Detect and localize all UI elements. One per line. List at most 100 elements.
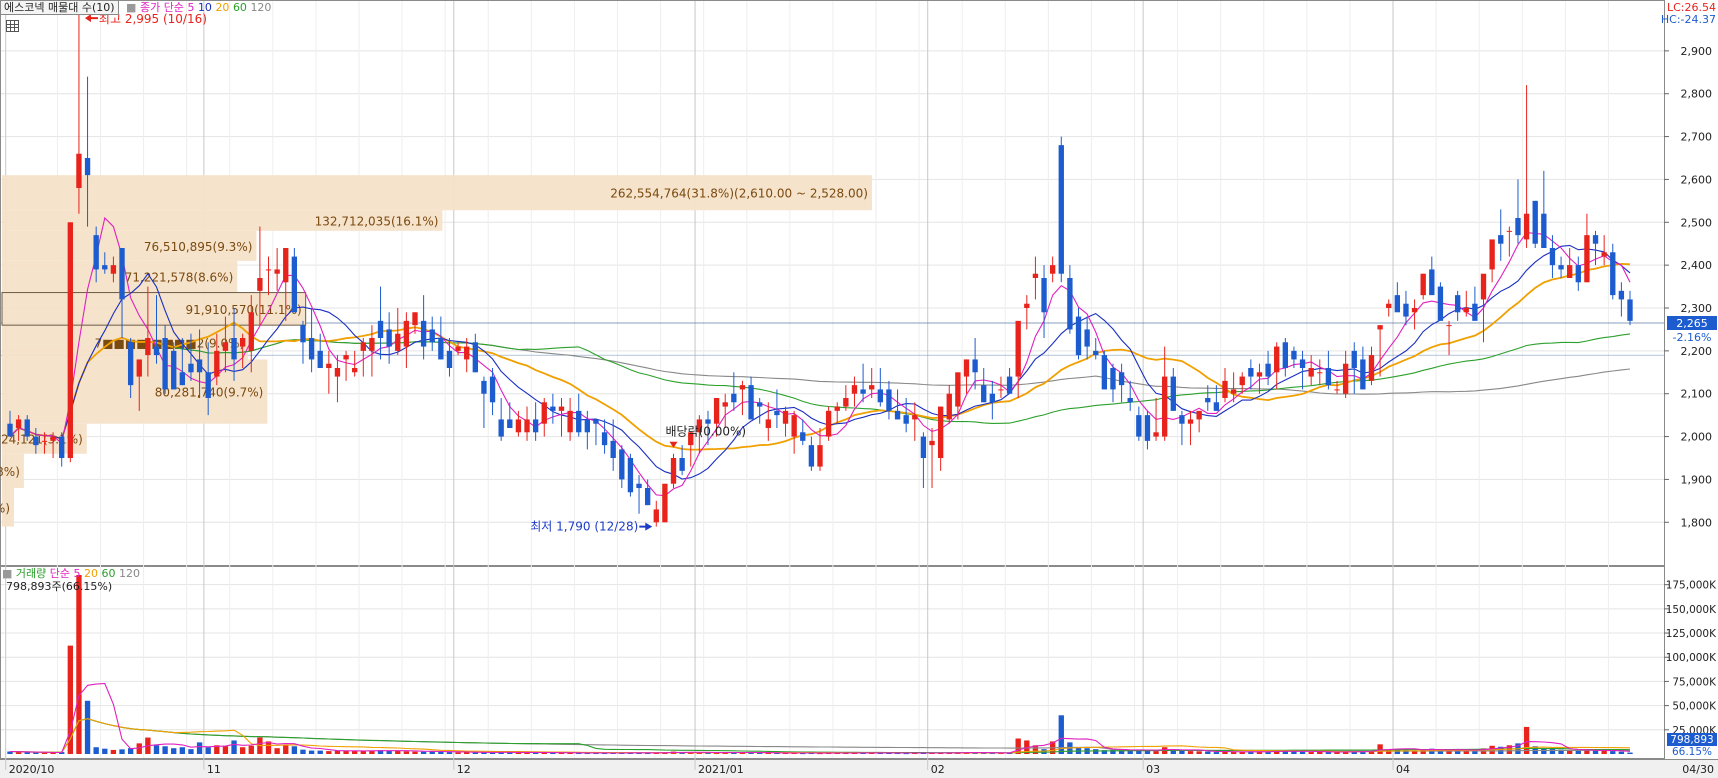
candle-body (1334, 389, 1340, 391)
candle-body (963, 359, 970, 377)
volume-bar (1196, 751, 1202, 754)
volume-bar (412, 751, 418, 754)
candle-body (877, 389, 883, 403)
volume-bar (102, 748, 108, 754)
candle-body (1411, 308, 1418, 313)
candle-body (1351, 350, 1357, 368)
volume-label: 거래량 (15, 567, 47, 580)
candle-body (584, 419, 591, 433)
volume-bar (291, 746, 298, 754)
candle-body (429, 329, 435, 343)
candle-body (334, 368, 341, 377)
candle-body (567, 410, 573, 433)
candle-body (1230, 389, 1237, 394)
candle-body (757, 402, 763, 407)
candle-body (1575, 265, 1581, 283)
candle-body (653, 509, 659, 523)
candle-body (1049, 265, 1056, 274)
volume-bar (1627, 752, 1633, 754)
candle-body (1170, 376, 1176, 411)
candle-body (1498, 235, 1504, 244)
candle-body (1118, 372, 1125, 386)
volume-bar (403, 751, 410, 754)
candle-body (438, 338, 444, 360)
ma120-label: 120 (250, 1, 272, 14)
candle-body (1601, 252, 1607, 257)
volume-bar (84, 700, 91, 754)
candle-body (1205, 398, 1211, 403)
candle-body (825, 410, 832, 437)
x-axis-band (0, 759, 1718, 778)
candle-body (1299, 359, 1306, 368)
candle-body (929, 440, 935, 446)
candle-body (1377, 325, 1383, 330)
candle-body (84, 158, 91, 176)
candle-body (739, 385, 746, 390)
candle-body (7, 423, 13, 437)
candle-body (1549, 248, 1556, 266)
month-label: 02 (931, 763, 945, 776)
candle-body (145, 338, 151, 356)
price-header: 에스코넥 매물대 수(10) ■ 종가 단순 5 10 20 60 120 (0, 0, 272, 15)
candle-body (886, 389, 892, 411)
candle-body (1067, 278, 1073, 330)
vol-ma5-label: 5 (73, 567, 81, 580)
candle-body (498, 419, 504, 437)
ma-label: ■ 종가 단순 5 10 20 60 120 (126, 1, 272, 14)
candle-body (532, 419, 539, 433)
candle-body (731, 393, 737, 403)
candle-body (920, 436, 927, 458)
pct-tag: -2.16% (1673, 331, 1712, 344)
vol-ma60-label: 60 (101, 567, 116, 580)
price-tick-label: 2,200 (1681, 345, 1713, 358)
candle-body (472, 342, 478, 373)
candle-body (627, 458, 634, 493)
volume-bar (231, 740, 237, 754)
volume-bar (438, 751, 444, 754)
volume-bar (1230, 752, 1237, 754)
price-tick-label: 2,500 (1681, 216, 1713, 229)
month-label: 2021/01 (698, 763, 744, 776)
table-icon[interactable] (6, 20, 19, 32)
candle-body (24, 419, 30, 437)
candle-body (153, 346, 160, 356)
candle-body (507, 419, 513, 428)
volume-header: ■ 거래량 단순 5 20 60 120 (2, 567, 141, 580)
price-tick-label: 2,800 (1681, 88, 1713, 101)
candle-body (1317, 372, 1323, 374)
candle-body (265, 269, 272, 271)
volume-bar (1610, 751, 1616, 754)
candle-body (1058, 145, 1064, 274)
candle-body (869, 385, 875, 390)
candle-body (102, 265, 108, 270)
candle-body (576, 410, 582, 433)
candle-body (817, 445, 823, 467)
candle-body (524, 419, 530, 433)
candle-body (1213, 402, 1220, 411)
candle-body (1075, 316, 1082, 356)
chart-title[interactable]: 에스코넥 매물대 수(10) (0, 0, 119, 15)
volume-bar (1377, 744, 1383, 754)
volume-tick-label: 175,000K (1666, 580, 1717, 592)
candle-body (326, 363, 332, 368)
volume-bar (283, 745, 289, 754)
volume-bar (1308, 752, 1314, 754)
volume-ma-label: 단순 (49, 567, 71, 580)
candle-body (1024, 303, 1030, 308)
candle-body (1567, 265, 1573, 278)
candle-body (395, 333, 401, 351)
price-tick-label: 2,400 (1681, 259, 1713, 272)
vol-ma20-label: 20 (84, 567, 99, 580)
candle-body (239, 338, 246, 347)
volume-bar (24, 752, 30, 754)
volume-tag: 798,893 (1670, 734, 1713, 746)
price-tag: 2,265 (1676, 317, 1708, 330)
candle-body (1446, 325, 1452, 327)
volume-bar (239, 747, 246, 754)
volume-bar (420, 751, 427, 754)
candle-body (765, 419, 771, 428)
price-tick-label: 1,800 (1681, 516, 1713, 529)
candle-body (119, 248, 125, 300)
price-level-label: 132,712,035(16.1%) (315, 215, 439, 229)
price-level-label: 262,554,764(31.8%)(2,610.00 ~ 2,528.00) (610, 187, 868, 201)
